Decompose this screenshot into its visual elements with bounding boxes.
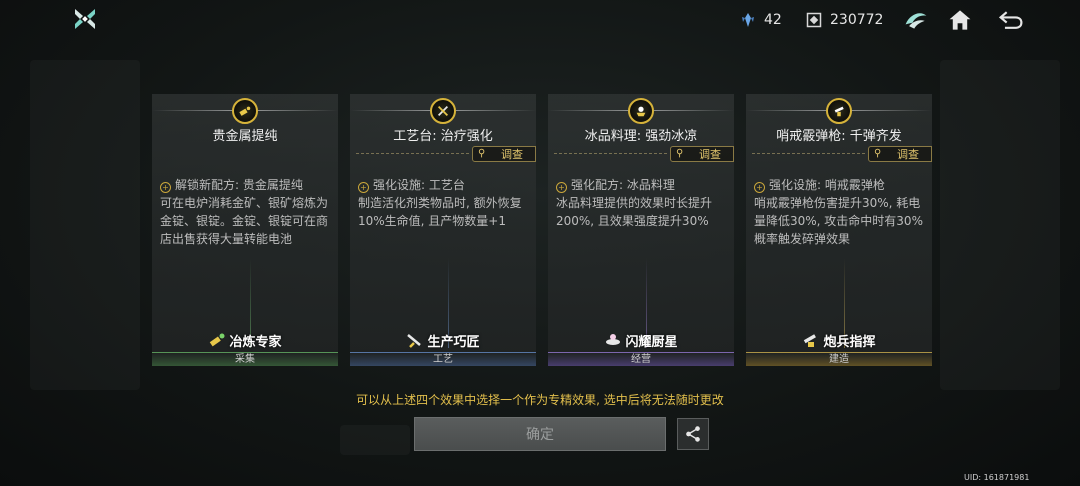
background-panel [30,60,140,390]
card-description-text: 强化配方: 冰品料理 冰品料理提供的效果时长提升200%, 且效果强度提升30% [556,178,713,228]
background-panel [940,60,1060,390]
inspect-button[interactable]: ⚲ 调查 [868,146,932,162]
cooking-icon [628,98,654,124]
card-description-text: 强化设施: 工艺台 制造活化剂类物品时, 额外恢复10%生命值, 且产物数量+1 [358,178,522,228]
effect-bullet-icon: + [754,182,765,193]
badge-label: 冶炼专家 [229,334,282,350]
title-badge: 冶炼专家 [152,330,338,350]
specialization-card[interactable]: 工艺台: 治疗强化 ⚲ 调查 + 强化设施: 工艺台 制造活化剂类物品时, 额外恢… [350,94,536,366]
guild-icon[interactable] [901,5,931,35]
title-badge: 闪耀厨星 [548,330,734,350]
card-title: 冰品料理: 强劲冰凉 [584,129,698,144]
selection-hint: 可以从上述四个效果中选择一个作为专精效果, 选中后将无法随时更改 [356,393,724,407]
top-bar: 42 230772 [0,0,1080,40]
currency-icon [806,12,822,28]
magnifier-icon: ⚲ [478,148,486,159]
specialization-card[interactable]: 哨戒霰弹枪: 千弹齐发 ⚲ 调查 + 强化设施: 哨戒霰弹枪 哨戒霰弹枪伤害提升3… [746,94,932,366]
energy-crystal-icon [742,13,754,27]
smelter-badge-icon [210,333,225,347]
back-icon[interactable] [996,5,1026,35]
category-label: 建造 [746,352,932,366]
card-separator [752,153,866,154]
category-label: 经营 [548,352,734,366]
title-badge: 生产巧匠 [350,330,536,350]
share-button[interactable] [677,418,709,450]
card-description-text: 强化设施: 哨戒霰弹枪 哨戒霰弹枪伤害提升30%, 耗电量降低30%, 攻击命中… [754,178,923,246]
magnifier-icon: ⚲ [874,148,882,159]
background-panel [340,425,410,455]
effect-bullet-icon: + [556,182,567,193]
card-title: 工艺台: 治疗强化 [393,129,493,144]
card-description-text: 解锁新配方: 贵金属提纯 可在电炉消耗金矿、银矿熔炼为金锭、银锭。金锭、银锭可在… [160,178,329,246]
magnifier-icon: ⚲ [676,148,684,159]
card-separator [554,153,668,154]
share-icon [686,426,700,442]
artillery-badge-icon [804,334,817,347]
specialization-card[interactable]: 冰品料理: 强劲冰凉 ⚲ 调查 + 强化配方: 冰品料理 冰品料理提供的效果时长提… [548,94,734,366]
badge-label: 闪耀厨星 [625,334,678,350]
specialization-cards: 贵金属提纯 + 解锁新配方: 贵金属提纯 可在电炉消耗金矿、银矿熔炼为金锭、银锭。… [152,94,934,366]
title-badge: 炮兵指挥 [746,330,932,350]
user-id: UID: 161871981 [964,473,1030,482]
energy-value: 42 [764,12,782,28]
turret-icon [826,98,852,124]
effect-bullet-icon: + [358,182,369,193]
card-description: + 强化配方: 冰品料理 冰品料理提供的效果时长提升200%, 且效果强度提升30… [556,176,728,230]
badge-label: 生产巧匠 [427,334,480,350]
currency-value: 230772 [830,12,884,28]
artisan-badge-icon [407,334,422,348]
effect-bullet-icon: + [160,182,171,193]
inspect-button[interactable]: ⚲ 调查 [472,146,536,162]
card-title: 贵金属提纯 [212,129,278,144]
currency-counter: 230772 [806,10,883,30]
inspect-label: 调查 [897,148,919,161]
inspect-label: 调查 [699,148,721,161]
card-description: + 解锁新配方: 贵金属提纯 可在电炉消耗金矿、银矿熔炼为金锭、银锭。金锭、银锭可… [160,176,332,248]
home-icon[interactable] [945,5,975,35]
inspect-button[interactable]: ⚲ 调查 [670,146,734,162]
confirm-button[interactable]: 确定 [414,417,666,451]
card-title: 哨戒霰弹枪: 千弹齐发 [776,129,902,144]
badge-label: 炮兵指挥 [823,334,876,350]
inspect-label: 调查 [501,148,523,161]
crafting-icon [430,98,456,124]
category-label: 工艺 [350,352,536,366]
specialization-card[interactable]: 贵金属提纯 + 解锁新配方: 贵金属提纯 可在电炉消耗金矿、银矿熔炼为金锭、银锭。… [152,94,338,366]
category-label: 采集 [152,352,338,366]
card-description: + 强化设施: 工艺台 制造活化剂类物品时, 额外恢复10%生命值, 且产物数量+… [358,176,530,230]
guild-emblem-icon[interactable] [72,6,98,32]
card-description: + 强化设施: 哨戒霰弹枪 哨戒霰弹枪伤害提升30%, 耗电量降低30%, 攻击命… [754,176,926,248]
card-separator [356,153,470,154]
smelting-icon [232,98,258,124]
chef-badge-icon [606,334,621,345]
energy-counter: 42 [740,10,782,30]
